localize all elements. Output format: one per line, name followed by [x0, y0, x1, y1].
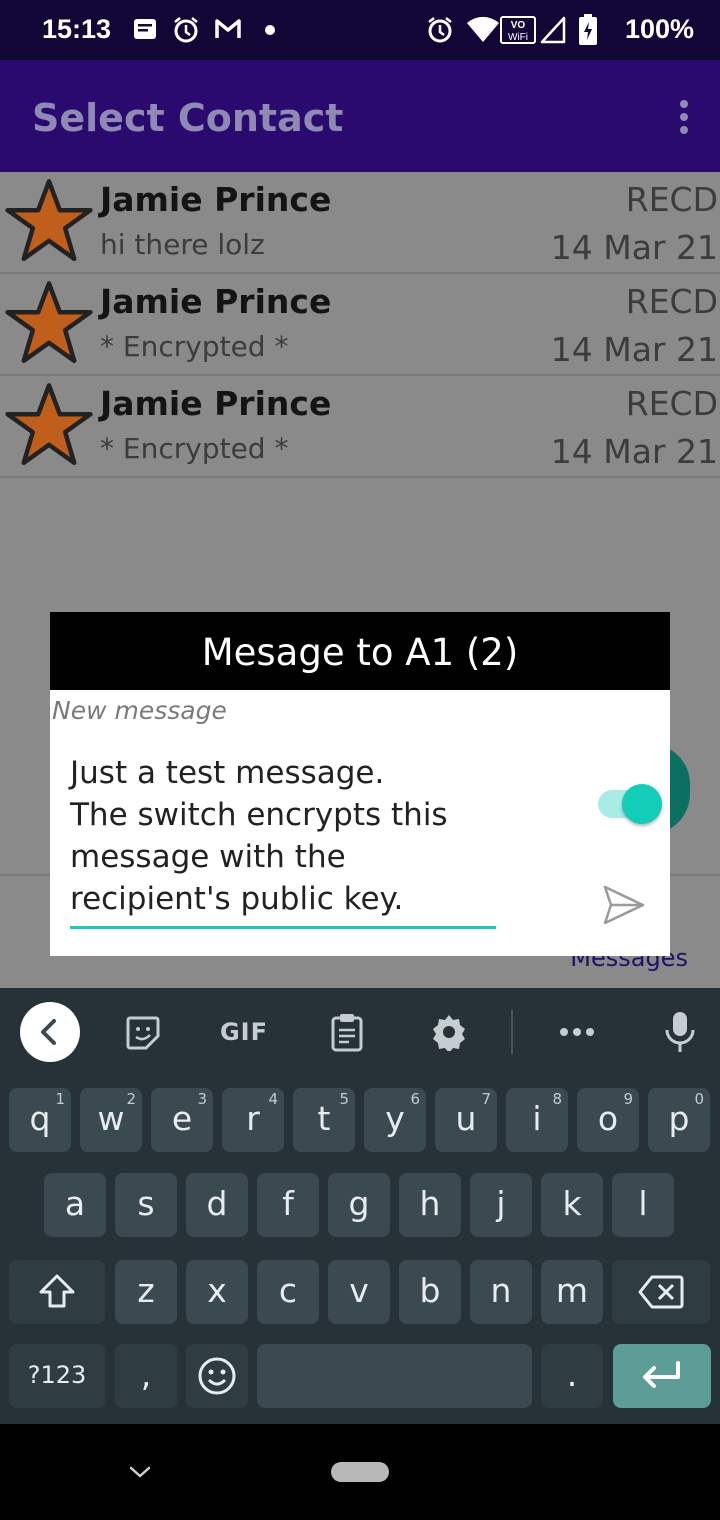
symbols-key[interactable]: ?123: [9, 1344, 105, 1408]
more-vert-icon[interactable]: [680, 100, 690, 134]
encrypt-switch[interactable]: [598, 784, 664, 824]
key-u[interactable]: u7: [435, 1088, 497, 1152]
sticker-icon[interactable]: [124, 1014, 162, 1052]
star-icon: [5, 179, 93, 262]
message-preview: hi there lolz: [100, 228, 265, 261]
keyboard: GIF q1 w2 e3 r4 t5 y6 u7 i8 o9 p0 a s d …: [0, 988, 720, 1424]
message-preview: * Encrypted *: [100, 330, 289, 363]
key-n[interactable]: n: [470, 1260, 532, 1324]
settings-icon[interactable]: [430, 1013, 468, 1051]
home-handle[interactable]: [331, 1462, 389, 1482]
battery-percent: 100%: [624, 14, 694, 44]
key-w[interactable]: w2: [80, 1088, 142, 1152]
comma-key[interactable]: ,: [115, 1344, 177, 1408]
alarm-icon: [174, 17, 198, 43]
message-status: RECD: [625, 180, 718, 219]
key-j[interactable]: j: [470, 1173, 532, 1237]
key-s[interactable]: s: [115, 1173, 177, 1237]
message-dialog: Mesage to A1 (2) New message Just a test…: [50, 612, 670, 956]
key-v[interactable]: v: [328, 1260, 390, 1324]
status-bar: 15:13 VO WiFi 100%: [0, 0, 720, 60]
message-preview: * Encrypted *: [100, 432, 289, 465]
key-r[interactable]: r4: [222, 1088, 284, 1152]
period-key[interactable]: .: [541, 1344, 603, 1408]
message-input[interactable]: Just a test message. The switch encrypts…: [70, 752, 496, 920]
back-icon: [41, 1019, 56, 1045]
signal-icon: [540, 16, 566, 44]
toolbar-divider: [511, 1010, 513, 1054]
app-bar: Select Contact: [0, 60, 720, 172]
enter-key[interactable]: [613, 1344, 711, 1408]
key-g[interactable]: g: [328, 1173, 390, 1237]
emoji-key[interactable]: [186, 1344, 248, 1408]
contact-name: Jamie Prince: [100, 282, 332, 321]
key-z[interactable]: z: [115, 1260, 177, 1324]
key-m[interactable]: m: [541, 1260, 603, 1324]
gmail-icon: [215, 19, 241, 38]
key-d[interactable]: d: [186, 1173, 248, 1237]
message-date: 14 Mar 21: [550, 330, 718, 369]
key-y[interactable]: y6: [364, 1088, 426, 1152]
key-x[interactable]: x: [186, 1260, 248, 1324]
keyboard-back-button[interactable]: [20, 1002, 80, 1062]
list-item[interactable]: Jamie Prince hi there lolz RECD 14 Mar 2…: [0, 172, 720, 274]
list-item[interactable]: Jamie Prince * Encrypted * RECD 14 Mar 2…: [0, 376, 720, 478]
contact-name: Jamie Prince: [100, 384, 332, 423]
vowifi-icon: VO WiFi: [500, 16, 536, 44]
more-icon[interactable]: [558, 1026, 596, 1038]
key-o[interactable]: o9: [577, 1088, 639, 1152]
key-b[interactable]: b: [399, 1260, 461, 1324]
key-i[interactable]: i8: [506, 1088, 568, 1152]
shift-key[interactable]: [9, 1260, 105, 1324]
dialog-title: Mesage to A1 (2): [50, 612, 670, 690]
message-status: RECD: [625, 282, 718, 321]
chevron-down-icon[interactable]: [128, 1460, 152, 1484]
message-date: 14 Mar 21: [550, 432, 718, 471]
backspace-icon: [638, 1275, 684, 1309]
key-t[interactable]: t5: [293, 1088, 355, 1152]
svg-text:WiFi: WiFi: [508, 32, 528, 43]
send-icon[interactable]: [602, 884, 646, 926]
clipboard-icon[interactable]: [330, 1012, 364, 1052]
key-f[interactable]: f: [257, 1173, 319, 1237]
wifi-icon: [467, 16, 499, 42]
gif-button[interactable]: GIF: [214, 1006, 274, 1058]
status-time: 15:13: [42, 14, 112, 44]
key-q[interactable]: q1: [9, 1088, 71, 1152]
page-title: Select Contact: [32, 96, 344, 140]
list-item[interactable]: Jamie Prince * Encrypted * RECD 14 Mar 2…: [0, 274, 720, 376]
enter-icon: [643, 1361, 680, 1388]
key-l[interactable]: l: [612, 1173, 674, 1237]
contact-name: Jamie Prince: [100, 180, 332, 219]
svg-text:VO: VO: [511, 20, 526, 31]
message-date: 14 Mar 21: [550, 228, 718, 267]
message-status: RECD: [625, 384, 718, 423]
battery-icon: [579, 14, 597, 45]
backspace-key[interactable]: [612, 1260, 710, 1324]
space-key[interactable]: [257, 1344, 532, 1408]
message-field-label: New message: [52, 696, 227, 725]
mic-icon[interactable]: [664, 1010, 696, 1054]
star-icon: [5, 281, 93, 364]
notification-icon: [134, 19, 156, 39]
input-underline: [70, 926, 496, 929]
star-icon: [5, 383, 93, 466]
shift-icon: [39, 1274, 75, 1308]
key-c[interactable]: c: [257, 1260, 319, 1324]
key-k[interactable]: k: [541, 1173, 603, 1237]
alarm-icon: [428, 17, 452, 43]
dot-icon: [265, 25, 275, 35]
navigation-bar: [0, 1424, 720, 1520]
key-h[interactable]: h: [399, 1173, 461, 1237]
key-a[interactable]: a: [44, 1173, 106, 1237]
key-p[interactable]: p0: [648, 1088, 710, 1152]
emoji-icon: [198, 1357, 236, 1395]
key-e[interactable]: e3: [151, 1088, 213, 1152]
